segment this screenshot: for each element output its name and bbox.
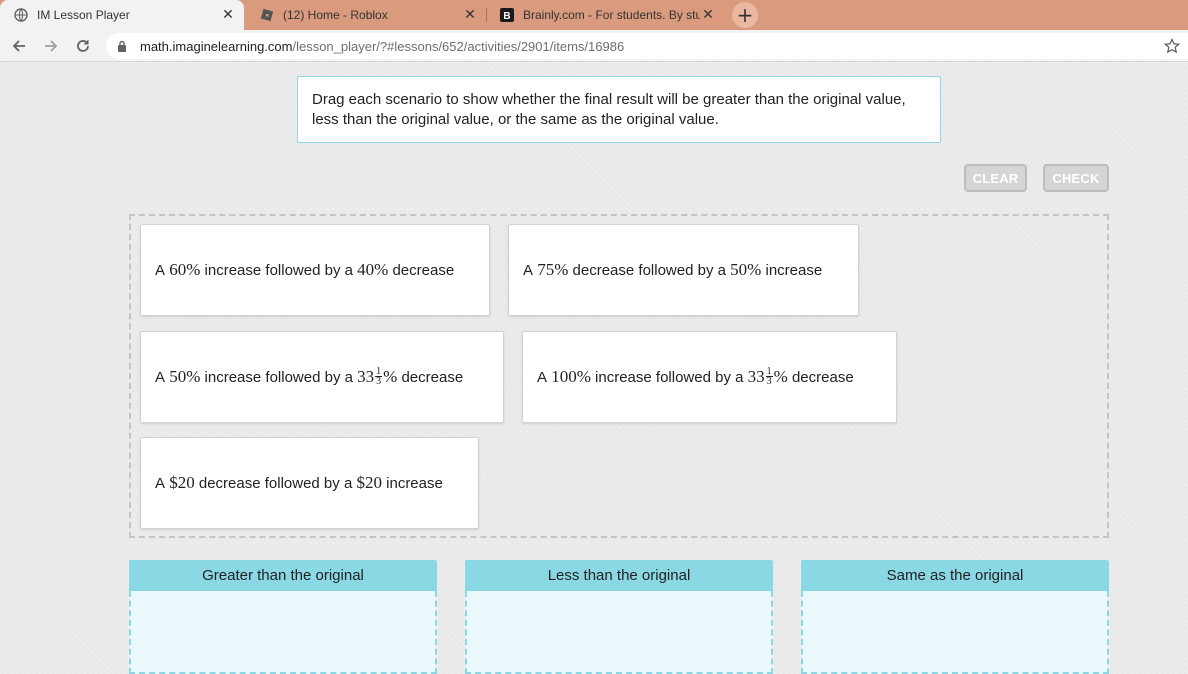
new-tab-button[interactable]: + (732, 2, 758, 28)
bin-greater[interactable]: Greater than the original (129, 560, 437, 674)
card-value: 100% (551, 367, 591, 386)
bin-drop-zone[interactable] (129, 591, 437, 674)
card-text: A (537, 368, 548, 386)
fraction-numerator: 1 (765, 365, 773, 377)
card-value: 75% (537, 260, 569, 279)
tab-title: (12) Home - Roblox (283, 8, 388, 22)
globe-icon (14, 8, 28, 22)
tab-title: IM Lesson Player (37, 8, 130, 22)
fraction-denominator: 3 (766, 375, 772, 387)
url-host: math.imaginelearning.com (140, 38, 293, 54)
lock-icon (117, 40, 131, 52)
reload-icon[interactable] (73, 36, 93, 56)
card-value: 40% (357, 260, 389, 279)
bin-header: Less than the original (465, 560, 773, 591)
url-text: math.imaginelearning.com/lesson_player/?… (140, 39, 624, 54)
card-text: decrease (791, 368, 854, 386)
card-text: increase followed by a (204, 261, 353, 279)
fraction: 13 (765, 365, 773, 387)
card-text: decrease followed by a (198, 474, 353, 492)
scenario-card-1[interactable]: A 60% increase followed by a 40% decreas… (140, 224, 490, 316)
svg-text:B: B (503, 11, 510, 22)
brainly-icon: B (500, 8, 514, 22)
card-text: increase followed by a (204, 368, 353, 386)
tab-brainly[interactable]: B Brainly.com - For students. By stu ✕ (486, 0, 724, 30)
card-value: 50% (730, 260, 762, 279)
card-value: % (773, 367, 788, 386)
card-text: increase (765, 261, 823, 279)
close-tab-icon[interactable]: ✕ (220, 7, 236, 23)
instruction-text: Drag each scenario to show whether the f… (297, 76, 941, 143)
forward-arrow-icon[interactable] (41, 36, 61, 56)
bin-same[interactable]: Same as the original (801, 560, 1109, 674)
card-value: % (383, 367, 398, 386)
card-text: decrease followed by a (572, 261, 726, 279)
card-text: A (155, 474, 166, 492)
card-value: $20 (169, 473, 195, 492)
bin-header: Same as the original (801, 560, 1109, 591)
bin-drop-zone[interactable] (801, 591, 1109, 674)
url-path: /lesson_player/?#lessons/652/activities/… (292, 38, 625, 54)
scenario-card-4[interactable]: A 100% increase followed by a 33 1 3% decr… (522, 331, 897, 423)
fraction-numerator: 1 (375, 365, 383, 377)
lesson-content: Drag each scenario to show whether the f… (0, 63, 1188, 674)
card-text: A (155, 261, 166, 279)
tab-strip: IM Lesson Player ✕ (12) Home - Roblox ✕ … (0, 0, 1188, 30)
scenario-card-3[interactable]: A 50% increase followed by a 33 1 3% decre… (140, 331, 504, 423)
card-value: 33 (747, 367, 765, 386)
tab-im-lesson-player[interactable]: IM Lesson Player ✕ (0, 0, 244, 30)
card-text: decrease (392, 261, 455, 279)
close-tab-icon[interactable]: ✕ (700, 7, 716, 23)
card-value: 50% (169, 367, 201, 386)
card-text: increase (386, 474, 443, 492)
card-text: A (523, 261, 534, 279)
address-bar[interactable]: math.imaginelearning.com/lesson_player/?… (106, 33, 1188, 59)
scenario-card-2[interactable]: A 75% decrease followed by a 50% increas… (508, 224, 859, 316)
close-tab-icon[interactable]: ✕ (462, 7, 478, 23)
bin-header: Greater than the original (129, 560, 437, 591)
card-value: $20 (356, 473, 382, 492)
clear-button[interactable]: CLEAR (964, 164, 1027, 192)
fraction: 13 (375, 365, 383, 387)
card-text: increase followed by a (595, 368, 744, 386)
scenario-card-5[interactable]: A $20 decrease followed by a $20 increas… (140, 437, 479, 529)
fraction-denominator: 3 (376, 375, 382, 387)
card-value: 33 (357, 367, 375, 386)
bookmark-star-icon[interactable] (1163, 37, 1181, 54)
back-arrow-icon[interactable] (9, 36, 29, 56)
check-button[interactable]: CHECK (1043, 164, 1109, 192)
card-value: 60% (169, 260, 201, 279)
browser-toolbar: math.imaginelearning.com/lesson_player/?… (0, 30, 1188, 62)
roblox-icon (260, 8, 274, 22)
tab-title: Brainly.com - For students. By stu (523, 8, 700, 22)
card-text: decrease (401, 368, 464, 386)
bin-less[interactable]: Less than the original (465, 560, 773, 674)
bin-drop-zone[interactable] (465, 591, 773, 674)
tab-roblox[interactable]: (12) Home - Roblox ✕ (246, 0, 486, 30)
card-text: A (155, 368, 166, 386)
